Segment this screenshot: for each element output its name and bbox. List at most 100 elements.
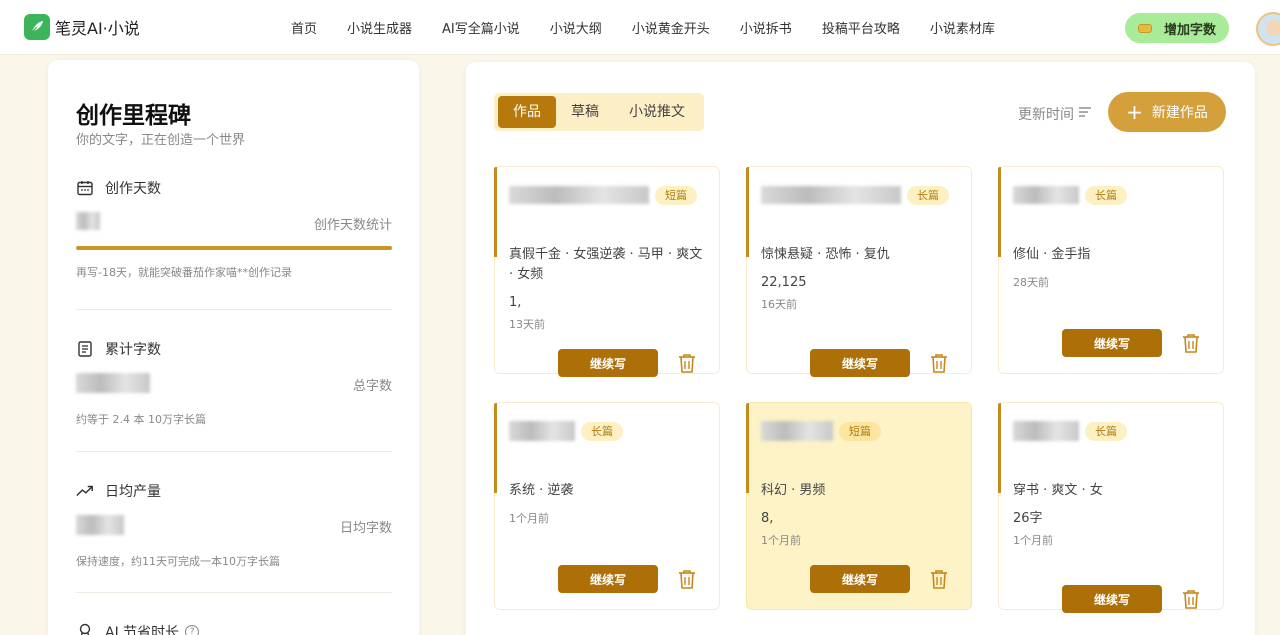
work-title-redacted [509,186,649,204]
milestone-panel: 创作里程碑 你的文字，正在创造一个世界 创作天数 创作天数统计 再写-18天，就… [48,60,419,635]
work-card[interactable]: 长篇 系统 · 逆袭 1个月前 继续写 [494,402,720,610]
continue-writing-button[interactable]: 继续写 [558,349,658,377]
sort-icon [1078,106,1092,122]
length-badge: 长篇 [907,185,949,205]
work-card[interactable]: 长篇 惊悚悬疑 · 恐怖 · 复仇 22,125 16天前 继续写 [746,166,972,377]
new-work-label: 新建作品 [1151,105,1208,121]
trash-icon[interactable] [677,568,697,590]
updated-time: 1个月前 [1013,534,1053,547]
stat-ai-label: AI 节省时长 [105,625,180,635]
total-value-redacted [76,373,150,393]
work-tags: 修仙 · 金手指 [1013,247,1091,262]
work-tags: 穿书 · 爽文 · 女 [1013,483,1103,498]
continue-writing-button[interactable]: 继续写 [1062,329,1162,357]
award-icon [76,623,94,635]
work-card[interactable]: 长篇 穿书 · 爽文 · 女 26字 1个月前 继续写 [998,402,1224,613]
nav-book-breakdown[interactable]: 小说拆书 [740,18,792,37]
stat-total-words: 累计字数 总字数 约等于 2.4 本 10万字长篇 [76,339,392,427]
stat-daily-right: 日均字数 [339,521,392,536]
days-progress-bar [76,246,392,250]
calendar-icon [76,179,94,197]
trash-icon[interactable] [1181,332,1201,354]
work-title-redacted [1013,421,1079,441]
tab-novel-promo[interactable]: 小说推文 [614,96,700,128]
nav-outline[interactable]: 小说大纲 [550,18,602,37]
updated-time: 1个月前 [509,512,549,525]
trash-icon[interactable] [1181,588,1201,610]
stat-total-note: 约等于 2.4 本 10万字长篇 [76,413,206,426]
feather-logo-icon [24,14,50,40]
word-count: 26字 [1013,511,1043,526]
continue-writing-button[interactable]: 继续写 [810,565,910,593]
add-words-button[interactable]: 增加字数 [1125,13,1229,43]
stat-total-label: 累计字数 [105,342,161,358]
stat-creation-days: 创作天数 创作天数统计 再写-18天，就能突破番茄作家喵**创作记录 [76,178,392,280]
top-navigation-bar: 笔灵AI·小说 首页 小说生成器 AI写全篇小说 小说大纲 小说黄金开头 小说拆… [0,0,1280,55]
length-badge: 长篇 [1085,421,1127,441]
continue-writing-button[interactable]: 继续写 [558,565,658,593]
nav-golden-opening[interactable]: 小说黄金开头 [632,18,710,37]
stat-days-label: 创作天数 [105,181,161,197]
milestone-subtitle: 你的文字，正在创造一个世界 [76,133,246,148]
stat-days-note: 再写-18天，就能突破番茄作家喵**创作记录 [76,266,292,279]
length-badge: 短篇 [655,185,697,205]
updated-time: 1个月前 [761,534,801,547]
stat-daily-label: 日均产量 [105,484,161,500]
sort-by-update-time[interactable]: 更新时间 [1018,104,1092,124]
nav-submission-guide[interactable]: 投稿平台攻略 [822,18,900,37]
updated-time: 28天前 [1013,276,1049,289]
updated-time: 16天前 [761,298,797,311]
milestone-title: 创作里程碑 [76,103,191,129]
trash-icon[interactable] [677,352,697,374]
nav-home[interactable]: 首页 [291,18,317,37]
tab-drafts[interactable]: 草稿 [556,96,614,128]
length-badge: 长篇 [1085,185,1127,205]
work-card-selected[interactable]: 短篇 科幻 · 男频 8, 1个月前 继续写 [746,402,972,610]
daily-value-redacted [76,515,124,535]
add-words-label: 增加字数 [1163,22,1216,38]
plus-icon: + [1126,100,1143,124]
work-tags: 真假千金 · 女强逆袭 · 马甲 · 爽文 · 女频 [509,247,703,282]
stat-ai-saved-time: AI 节省时长 ? [76,622,392,635]
continue-writing-button[interactable]: 继续写 [1062,585,1162,613]
nav-novel-generator[interactable]: 小说生成器 [347,18,412,37]
continue-writing-button[interactable]: 继续写 [810,349,910,377]
length-badge: 短篇 [839,421,881,441]
work-card[interactable]: 短篇 真假千金 · 女强逆袭 · 马甲 · 爽文 · 女频 1, 13天前 继续… [494,166,720,377]
work-title-redacted [509,421,575,441]
coin-icon [1137,23,1152,33]
updated-time: 13天前 [509,318,545,331]
trash-icon[interactable] [929,352,949,374]
new-work-button[interactable]: + 新建作品 [1108,92,1226,132]
document-icon [76,340,94,358]
nav-material-library[interactable]: 小说素材库 [930,18,995,37]
stat-daily-output: 日均产量 日均字数 保持速度，约11天可完成一本10万字长篇 [76,481,392,569]
word-count: 8, [761,511,774,526]
work-tags: 系统 · 逆袭 [509,483,574,498]
word-count: 22,125 [761,275,807,290]
main-nav: 首页 小说生成器 AI写全篇小说 小说大纲 小说黄金开头 小说拆书 投稿平台攻略… [276,0,1010,55]
work-title-redacted [1013,186,1079,204]
stat-total-right: 总字数 [352,379,392,394]
work-title-redacted [761,421,833,441]
stat-days-right: 创作天数统计 [313,218,392,233]
length-badge: 长篇 [581,421,623,441]
work-card[interactable]: 长篇 修仙 · 金手指 28天前 继续写 [998,166,1224,374]
work-tags: 惊悚悬疑 · 恐怖 · 复仇 [761,247,890,262]
help-icon[interactable]: ? [185,625,200,635]
word-count: 1, [509,295,522,310]
stat-daily-note: 保持速度，约11天可完成一本10万字长篇 [76,555,280,568]
works-panel: 作品 草稿 小说推文 更新时间 + 新建作品 短篇 真假千金 · 女强逆袭 · … [466,62,1255,635]
sort-label: 更新时间 [1018,107,1074,123]
work-tags: 科幻 · 男频 [761,483,826,498]
days-value-redacted [76,212,100,230]
work-title-redacted [761,186,901,204]
user-avatar[interactable] [1256,12,1280,46]
trending-up-icon [76,482,94,500]
nav-ai-full-novel[interactable]: AI写全篇小说 [442,18,520,37]
works-tabs: 作品 草稿 小说推文 [494,93,704,131]
tab-works[interactable]: 作品 [498,96,556,128]
brand-name: 笔灵AI·小说 [55,19,140,38]
brand-logo[interactable]: 笔灵AI·小说 [24,14,140,40]
trash-icon[interactable] [929,568,949,590]
